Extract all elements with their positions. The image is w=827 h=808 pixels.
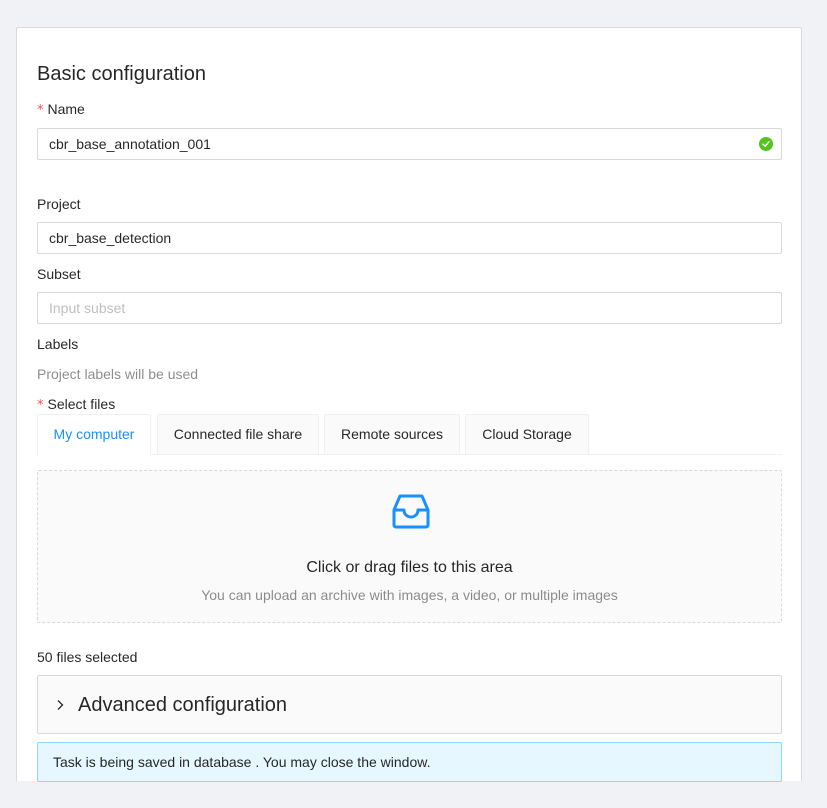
- name-label-text: Name: [47, 101, 85, 117]
- tab-connected-file-share[interactable]: Connected file share: [157, 414, 319, 454]
- file-dropzone[interactable]: Click or drag files to this area You can…: [37, 470, 782, 623]
- file-source-tabs: My computer Connected file share Remote …: [37, 414, 782, 455]
- section-title: Basic configuration: [37, 63, 206, 85]
- dropzone-hint: You can upload an archive with images, a…: [201, 587, 618, 603]
- labels-note: Project labels will be used: [37, 366, 199, 382]
- advanced-configuration-collapse[interactable]: Advanced configuration: [37, 675, 782, 734]
- files-selected-count: 50 files selected: [37, 649, 138, 665]
- tab-remote-sources[interactable]: Remote sources: [324, 414, 460, 454]
- subset-input[interactable]: Input subset: [37, 292, 782, 324]
- name-input-value: cbr_base_annotation_001: [49, 136, 211, 152]
- select-files-label: * Select files: [37, 395, 115, 415]
- required-mark: *: [37, 398, 44, 413]
- chevron-right-icon: [55, 698, 65, 710]
- inbox-icon: [391, 491, 431, 531]
- check-circle-icon: [759, 137, 773, 151]
- status-alert-text: Task is being saved in database . You ma…: [53, 754, 431, 770]
- create-task-panel: Basic configuration * Name cbr_base_annot…: [16, 27, 802, 782]
- required-mark: *: [37, 103, 44, 118]
- project-label: Project: [37, 196, 81, 212]
- name-label: * Name: [37, 100, 85, 120]
- project-select[interactable]: cbr_base_detection: [37, 222, 782, 254]
- dropzone-text: Click or drag files to this area: [306, 559, 513, 576]
- subset-label: Subset: [37, 266, 81, 282]
- status-alert: Task is being saved in database . You ma…: [37, 742, 782, 782]
- project-select-value: cbr_base_detection: [49, 230, 172, 246]
- labels-label: Labels: [37, 336, 79, 352]
- subset-placeholder: Input subset: [49, 300, 126, 316]
- tab-my-computer[interactable]: My computer: [37, 414, 151, 455]
- tab-cloud-storage[interactable]: Cloud Storage: [465, 414, 589, 454]
- advanced-configuration-title: Advanced configuration: [78, 694, 288, 716]
- name-input[interactable]: cbr_base_annotation_001: [37, 128, 782, 160]
- select-files-label-text: Select files: [47, 396, 116, 412]
